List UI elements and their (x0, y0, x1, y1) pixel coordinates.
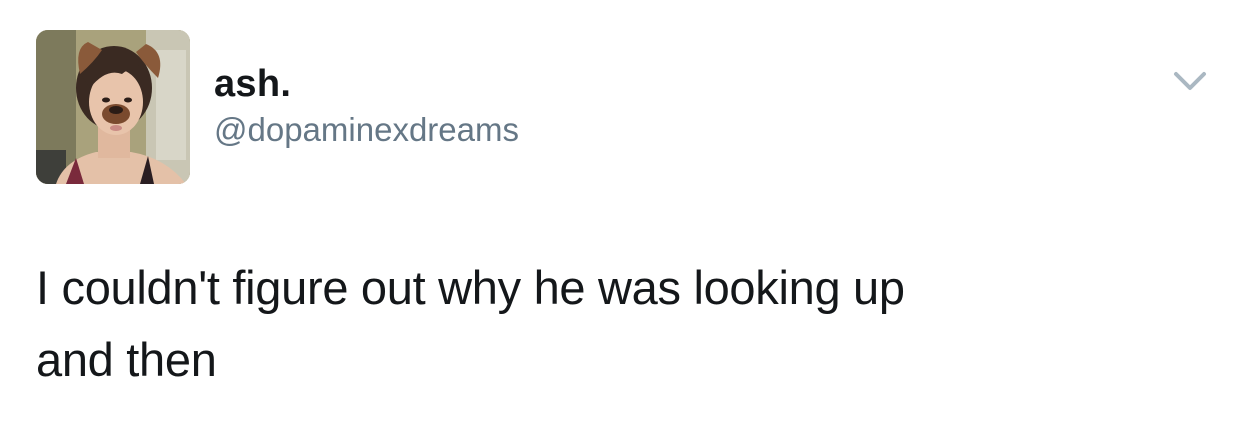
avatar[interactable] (36, 30, 190, 184)
tweet-text-line-2: and then (36, 333, 217, 386)
display-name[interactable]: ash. (214, 62, 291, 106)
tweet-text: I couldn't figure out why he was looking… (36, 252, 1216, 396)
chevron-down-icon[interactable] (1170, 66, 1210, 96)
user-handle[interactable]: @dopaminexdreams (214, 110, 519, 150)
tweet-card: ash. @dopaminexdreams I couldn't figure … (0, 0, 1242, 438)
tweet-text-line-1: I couldn't figure out why he was looking… (36, 261, 905, 314)
avatar-image (36, 30, 190, 184)
